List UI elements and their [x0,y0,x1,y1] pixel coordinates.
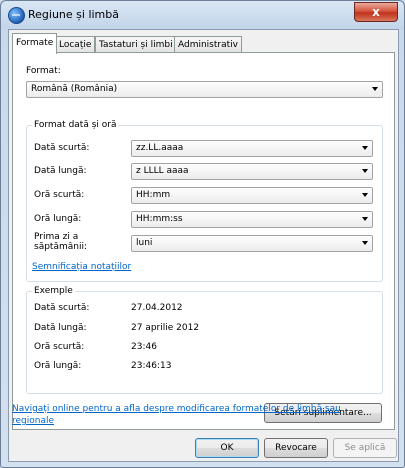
example-short-date-label: Dată scurtă: [34,303,90,313]
long-time-label: Oră lungă: [34,214,82,224]
example-long-date-label: Dată lungă: [34,323,87,333]
short-date-value: zz.LL.aaaa [136,143,184,153]
globe-icon [8,7,25,24]
group-title: Format dată și oră [32,120,119,130]
formate-panel: Format: Română (România) Format dată și … [12,52,395,430]
format-value: Română (România) [31,84,118,94]
long-date-label: Dată lungă: [34,166,87,176]
date-time-format-group: Format dată și oră Dată scurtă: zz.LL.aa… [26,120,383,282]
format-dropdown[interactable]: Română (România) [26,81,383,98]
dialog-window: Regiune și limbă x Formate Locație Tasta… [0,0,405,468]
chevron-down-icon [362,169,368,173]
cancel-button[interactable]: Revocare [264,438,328,458]
chevron-down-icon [362,193,368,197]
long-time-dropdown[interactable]: HH:mm:ss [131,211,373,228]
chevron-down-icon [362,241,368,245]
ok-button[interactable]: OK [195,438,259,458]
short-date-dropdown[interactable]: zz.LL.aaaa [131,140,373,157]
first-day-label-line2: săptămânii: [34,242,87,252]
example-long-date-value: 27 aprilie 2012 [131,323,200,333]
example-long-time-value: 23:46:13 [131,361,172,371]
tab-tastaturi[interactable]: Tastaturi și limbi [95,36,177,53]
example-long-time-label: Oră lungă: [34,361,82,371]
dialog-client: Formate Locație Tastaturi și limbi Admin… [8,29,399,462]
long-time-value: HH:mm:ss [136,214,183,224]
example-short-date-value: 27.04.2012 [131,303,183,313]
first-day-dropdown[interactable]: luni [131,235,373,252]
tab-locatie[interactable]: Locație [55,36,96,53]
examples-group: Exemple Dată scurtă: 27.04.2012 Dată lun… [26,286,383,394]
example-short-time-value: 23:46 [131,342,157,352]
long-date-value: z LLLL aaaa [136,166,189,176]
short-time-dropdown[interactable]: HH:mm [131,187,373,204]
first-day-label-line1: Prima zi a [34,232,79,242]
online-help-link-line2[interactable]: regionale [12,416,54,426]
chevron-down-icon [362,146,368,150]
examples-title: Exemple [32,286,75,296]
title-bar[interactable]: Regiune și limbă x [1,1,404,29]
first-day-value: luni [136,238,153,248]
short-time-value: HH:mm [136,190,171,200]
chevron-down-icon [372,87,378,91]
format-label: Format: [26,66,61,76]
apply-button[interactable]: Se aplică [333,438,397,458]
long-date-dropdown[interactable]: z LLLL aaaa [131,163,373,180]
short-time-label: Oră scurtă: [34,190,85,200]
tab-formate[interactable]: Formate [12,33,58,54]
chevron-down-icon [362,217,368,221]
online-help-link-line1[interactable]: Navigați online pentru a afla despre mod… [12,404,341,414]
short-date-label: Dată scurtă: [34,143,90,153]
window-title: Regiune și limbă [28,8,119,21]
example-short-time-label: Oră scurtă: [34,342,85,352]
notation-meaning-link[interactable]: Semnificația notațiilor [32,262,131,272]
tab-administrativ[interactable]: Administrativ [174,36,242,53]
close-button[interactable]: x [354,2,398,22]
